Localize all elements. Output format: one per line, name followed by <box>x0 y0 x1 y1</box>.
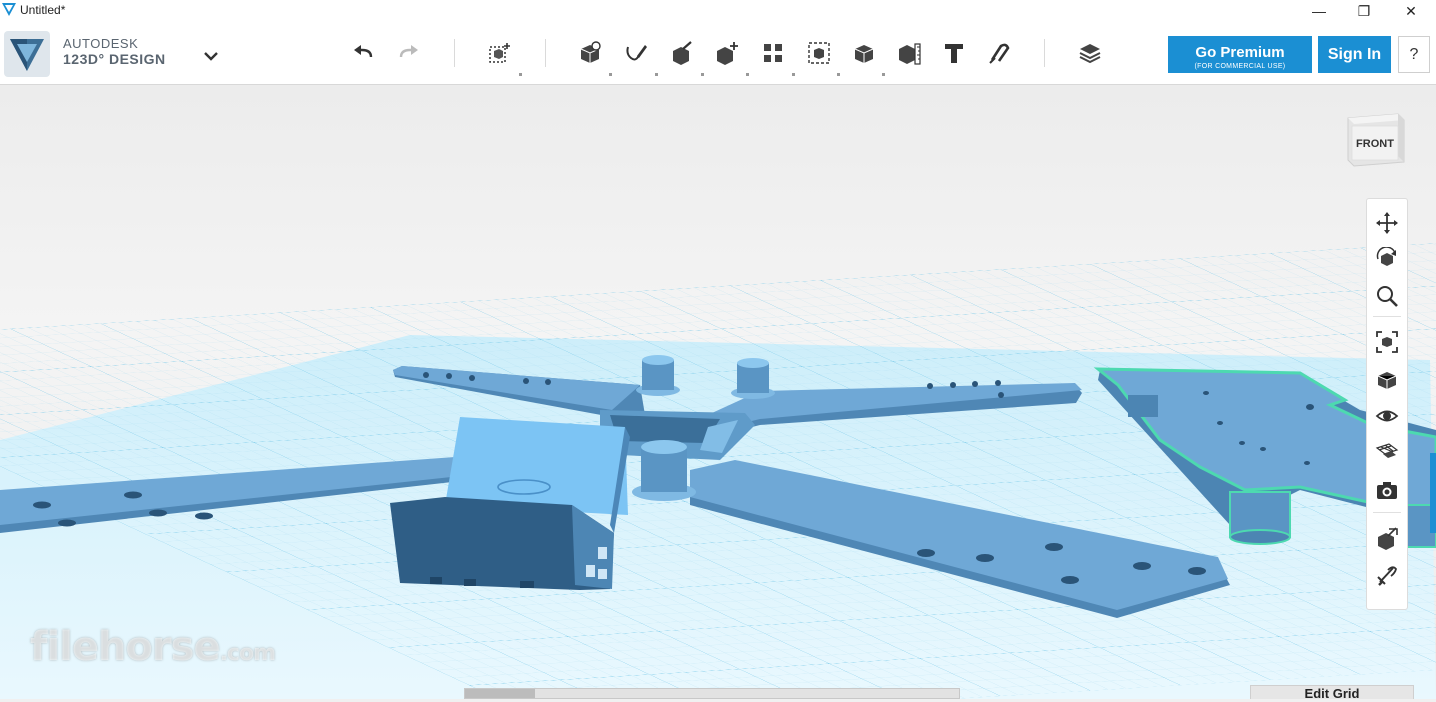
minimize-button[interactable]: — <box>1296 0 1342 22</box>
modify-button[interactable] <box>711 37 743 69</box>
measure-icon <box>899 43 921 65</box>
dropdown-marker <box>792 73 795 76</box>
horizontal-scrollbar[interactable] <box>464 688 960 699</box>
text-icon <box>945 44 963 63</box>
standoff-2[interactable] <box>731 358 775 399</box>
scrollbar-thumb[interactable] <box>465 689 535 698</box>
app-title-icon <box>2 3 16 16</box>
3d-viewport[interactable]: FRONT <box>0 85 1436 699</box>
snap-icon <box>989 43 1010 64</box>
text-button[interactable] <box>938 37 970 69</box>
pan-icon <box>1376 212 1398 234</box>
brand-line1: AUTODESK <box>63 36 139 51</box>
nav-separator <box>1373 512 1401 513</box>
grouping-icon <box>808 42 830 64</box>
pattern-icon <box>764 44 782 62</box>
watermark-brand: filehorse <box>30 624 221 670</box>
standoff-1[interactable] <box>636 355 680 396</box>
measure-button[interactable] <box>893 37 925 69</box>
sign-in-button[interactable]: Sign In <box>1318 36 1391 73</box>
fit-button[interactable] <box>1373 328 1401 356</box>
snapshot-icon <box>1377 566 1397 586</box>
primitives-button[interactable] <box>574 37 606 69</box>
fit-icon <box>1376 331 1398 353</box>
maximize-button[interactable]: ❐ <box>1341 0 1387 22</box>
transform-icon <box>489 43 510 63</box>
main-toolbar: AUTODESK 123D° DESIGN Go Premium (FOR CO… <box>0 22 1436 85</box>
autodesk-123d-logo-icon[interactable] <box>4 31 50 77</box>
watermark-logo: filehorse.com <box>30 624 276 670</box>
view-mode-icon <box>1377 372 1397 389</box>
dropdown-marker <box>746 73 749 76</box>
close-button[interactable]: ✕ <box>1388 0 1434 22</box>
view-mode-button[interactable] <box>1373 365 1401 393</box>
orbit-icon <box>1376 247 1396 266</box>
pattern-button[interactable] <box>757 37 789 69</box>
dropdown-marker <box>701 73 704 76</box>
materials-icon <box>1079 44 1101 64</box>
grid-material-button[interactable] <box>1373 438 1401 466</box>
scene-canvas[interactable] <box>0 85 1436 699</box>
camera-icon <box>1377 482 1397 499</box>
zoom-icon <box>1377 286 1398 307</box>
brand-line2: 123D° DESIGN <box>63 51 166 67</box>
chevron-down-icon[interactable] <box>200 48 222 64</box>
dropdown-marker <box>882 73 885 76</box>
redo-icon <box>399 45 418 58</box>
pan-button[interactable] <box>1373 209 1401 237</box>
side-scroll-indicator[interactable] <box>1430 453 1436 533</box>
snapshot-button[interactable] <box>1373 561 1401 589</box>
watermark-suffix: .com <box>219 641 276 666</box>
visibility-button[interactable] <box>1373 402 1401 430</box>
grid-material-icon <box>1375 443 1399 458</box>
view-cube-face-label: FRONT <box>1356 138 1394 150</box>
selection-icon <box>1378 527 1398 550</box>
combine-button[interactable] <box>848 37 880 69</box>
go-premium-sublabel: (FOR COMMERCIAL USE) <box>1194 62 1286 70</box>
primitives-icon <box>580 41 601 63</box>
help-button[interactable]: ? <box>1398 36 1430 73</box>
undo-button[interactable] <box>348 37 380 69</box>
edit-grid-button[interactable]: Edit Grid <box>1250 685 1414 701</box>
dropdown-marker <box>609 73 612 76</box>
go-premium-label: Go Premium <box>1195 43 1285 61</box>
grouping-button[interactable] <box>803 37 835 69</box>
nav-separator <box>1373 316 1401 317</box>
modify-icon <box>717 42 738 65</box>
window-title: Untitled* <box>20 3 66 17</box>
visibility-icon <box>1375 410 1399 422</box>
materials-button[interactable] <box>1074 37 1106 69</box>
undo-icon <box>354 45 373 58</box>
toolbar-separator <box>454 39 455 67</box>
toolbar-separator <box>545 39 546 67</box>
dropdown-marker <box>519 73 522 76</box>
view-cube[interactable]: FRONT <box>1340 110 1408 170</box>
snap-button[interactable] <box>983 37 1015 69</box>
navigation-bar <box>1366 198 1408 610</box>
brand-name: AUTODESK 123D° DESIGN <box>63 37 166 68</box>
toolbar-separator <box>1044 39 1045 67</box>
title-bar: Untitled* — ❐ ✕ <box>0 0 1436 22</box>
selection-filter-button[interactable] <box>1373 524 1401 552</box>
standoff-3[interactable] <box>632 440 696 501</box>
transform-button[interactable] <box>484 37 516 69</box>
dropdown-marker <box>655 73 658 76</box>
dropdown-marker <box>837 73 840 76</box>
camera-button[interactable] <box>1373 476 1401 504</box>
sketch-button[interactable] <box>620 37 652 69</box>
go-premium-button[interactable]: Go Premium (FOR COMMERCIAL USE) <box>1168 36 1312 73</box>
sketch-icon <box>626 45 647 61</box>
construct-icon <box>673 41 692 65</box>
zoom-button[interactable] <box>1373 282 1401 310</box>
construct-button[interactable] <box>666 37 698 69</box>
combine-icon <box>854 45 874 63</box>
orbit-button[interactable] <box>1373 245 1401 273</box>
redo-button[interactable] <box>392 37 424 69</box>
